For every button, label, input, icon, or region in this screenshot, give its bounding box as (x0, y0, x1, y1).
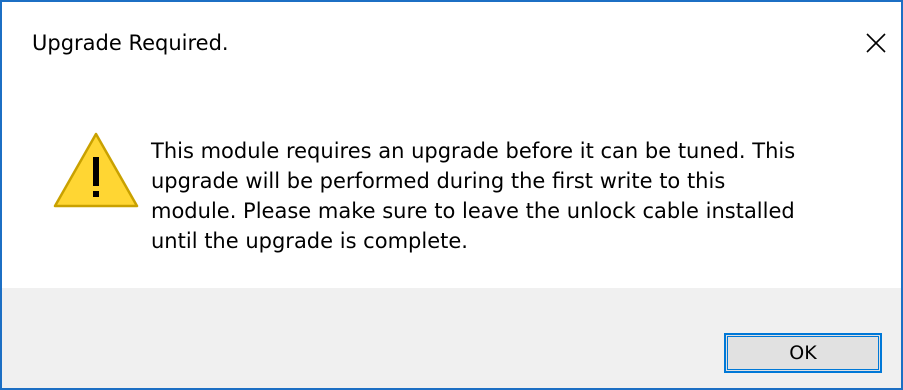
warning-icon (53, 132, 139, 208)
title-bar: Upgrade Required. (2, 2, 901, 90)
close-button[interactable] (855, 22, 897, 64)
dialog-footer: OK (2, 288, 901, 388)
dialog-message: This module requires an upgrade before i… (151, 139, 796, 253)
ok-button-label: OK (789, 342, 817, 364)
close-icon (866, 33, 886, 53)
dialog-title: Upgrade Required. (32, 31, 229, 55)
message-dialog: Upgrade Required. This module requires a… (0, 0, 903, 390)
ok-button[interactable]: OK (724, 333, 882, 373)
dialog-content: This module requires an upgrade before i… (2, 90, 901, 288)
